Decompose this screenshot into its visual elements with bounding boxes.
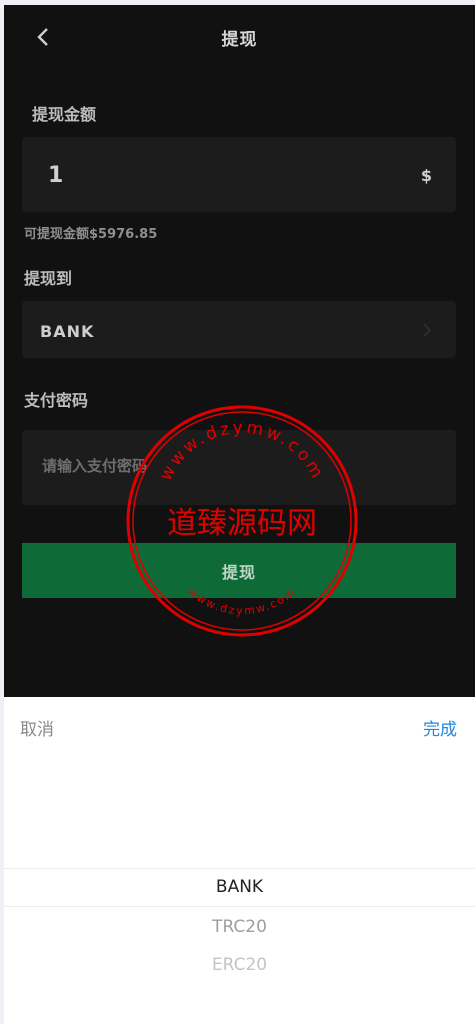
watermark-top-text: www.dzymw.com [156, 418, 325, 484]
amount-label: 提现金额 [32, 105, 97, 124]
method-value: BANK [40, 322, 95, 341]
picker-divider-top [4, 868, 475, 869]
watermark-stamp: www.dzymw.com 道臻源码网 www.dzymw.com [126, 405, 358, 637]
picker-sheet: 取消 完成 BANK TRC20 ERC20 [4, 697, 475, 1024]
method-selector[interactable]: BANK [22, 301, 456, 358]
chevron-right-icon [423, 323, 432, 337]
watermark-bottom-text: www.dzymw.com [185, 585, 296, 618]
currency-symbol: $ [420, 166, 432, 185]
picker-divider-bottom [4, 906, 475, 907]
cancel-button[interactable]: 取消 [20, 715, 54, 740]
svg-text:www.dzymw.com: www.dzymw.com [156, 418, 328, 484]
picker-toolbar: 取消 完成 [4, 697, 475, 753]
watermark-main-text: 道臻源码网 [167, 506, 317, 541]
password-label: 支付密码 [24, 391, 89, 410]
method-label: 提现到 [24, 269, 73, 288]
picker-option[interactable]: BANK [4, 877, 475, 897]
picker-option[interactable]: ERC20 [4, 955, 475, 975]
page-title: 提现 [221, 29, 258, 50]
amount-field[interactable]: 1 $ [22, 137, 456, 212]
svg-text:www.dzymw.com: www.dzymw.com [185, 585, 298, 618]
amount-value: 1 [48, 163, 64, 188]
available-balance: 可提现金额$5976.85 [24, 227, 158, 242]
method-picker[interactable]: BANK TRC20 ERC20 [4, 753, 475, 1024]
done-button[interactable]: 完成 [423, 715, 457, 740]
picker-option[interactable]: TRC20 [4, 917, 475, 937]
nav-bar: 提现 [4, 5, 475, 69]
back-arrow-icon[interactable] [32, 25, 56, 49]
